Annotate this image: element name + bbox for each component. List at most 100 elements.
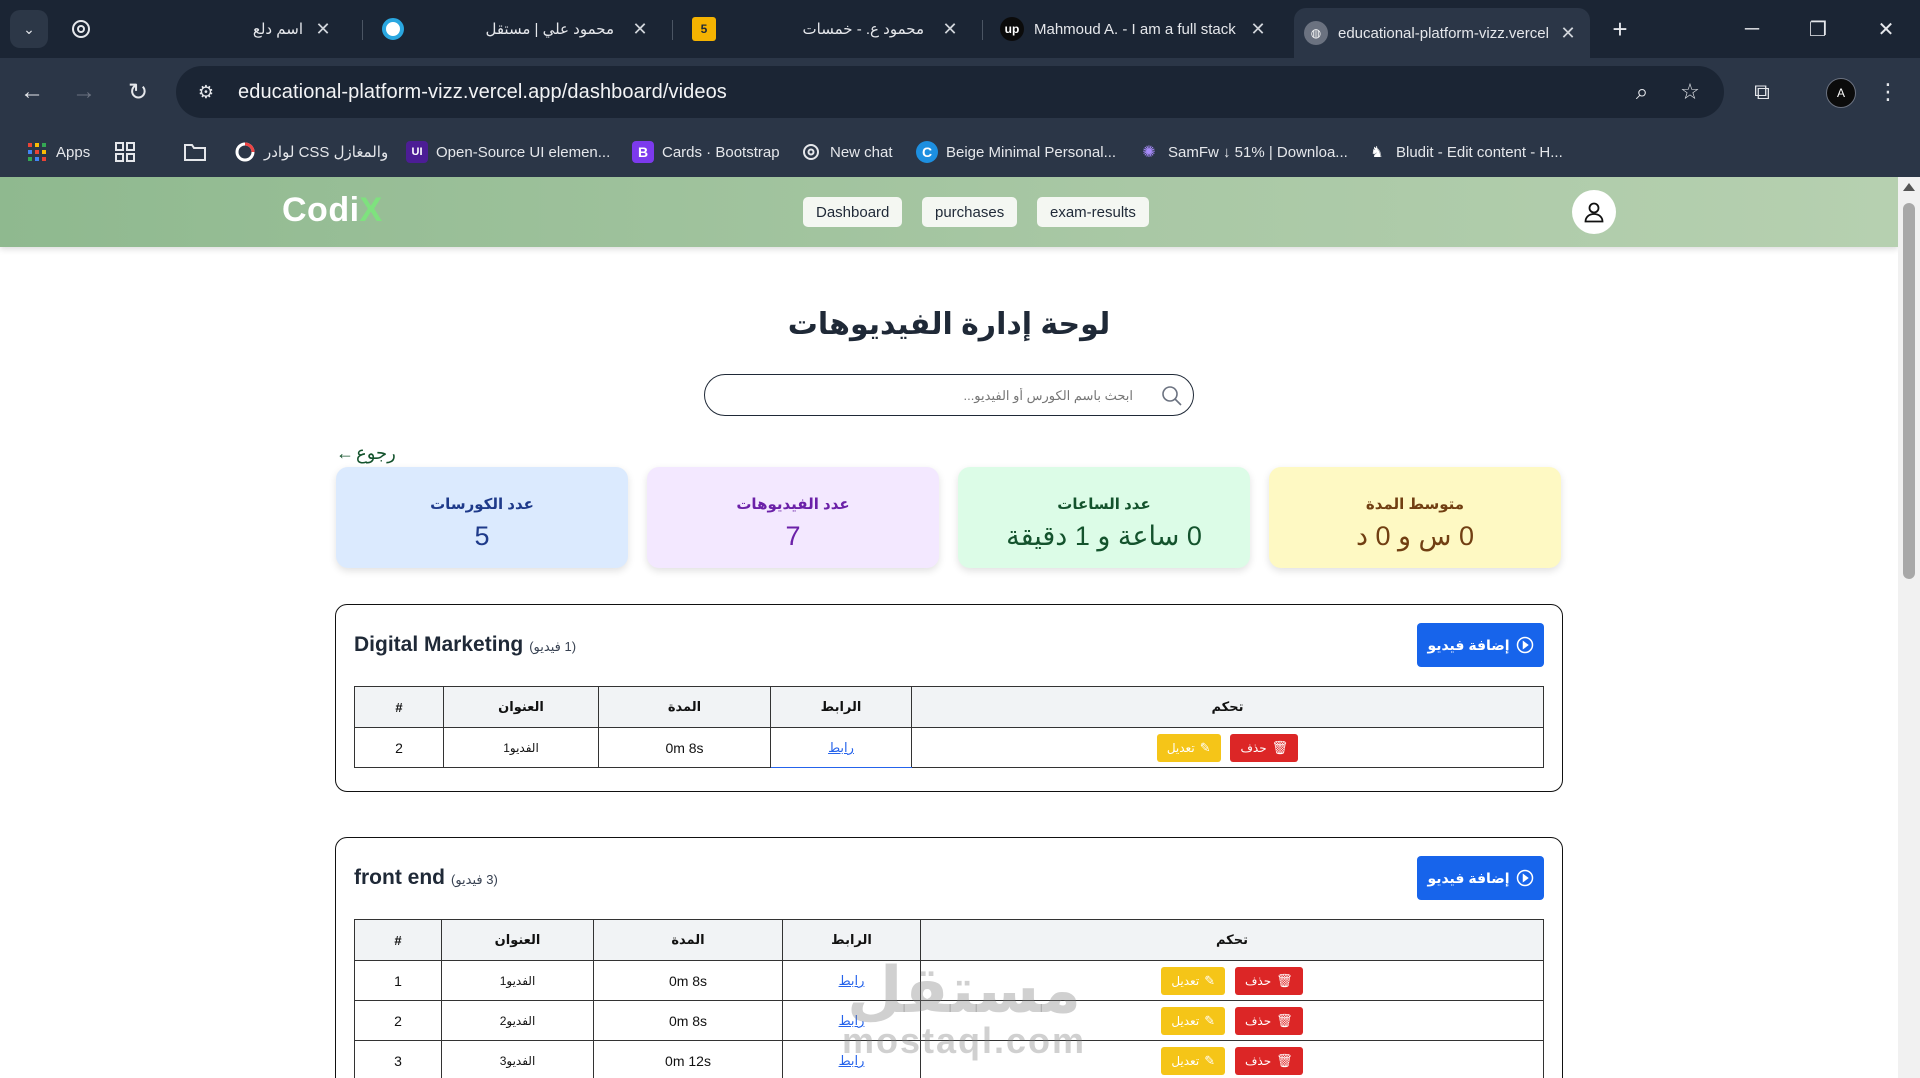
browser-menu-button[interactable]: ⋮ <box>1870 74 1906 110</box>
bookmark-bludit[interactable]: ♞ Bludit - Edit content - H... <box>1366 138 1562 166</box>
bookmark-star-button[interactable]: ☆ <box>1676 78 1704 106</box>
tab-1[interactable]: اسم دلع ✕ <box>120 8 345 50</box>
col-controls: تحكم <box>920 919 1544 961</box>
nav-exam-results[interactable]: exam-results <box>1037 197 1149 227</box>
upwork-icon: up <box>1000 17 1024 41</box>
close-icon[interactable]: ✕ <box>938 19 962 40</box>
tab-groups-button[interactable] <box>114 138 144 166</box>
bookmark-folder[interactable] <box>184 138 214 166</box>
user-menu-button[interactable] <box>1572 190 1616 234</box>
search-icon[interactable] <box>1161 385 1183 407</box>
close-icon[interactable]: ✕ <box>1556 23 1580 44</box>
col-controls: تحكم <box>911 686 1544 728</box>
video-num: 2 <box>354 727 444 768</box>
close-icon[interactable]: ✕ <box>311 19 335 40</box>
folder-icon <box>184 141 206 163</box>
bookmark-canva[interactable]: C Beige Minimal Personal... <box>916 138 1116 166</box>
edit-button[interactable]: ✎ تعديل <box>1156 733 1221 762</box>
tab-title: محمود علي | مستقل <box>485 21 614 38</box>
new-tab-button[interactable]: + <box>1605 14 1635 44</box>
close-icon[interactable]: ✕ <box>1246 19 1270 40</box>
course-video-count: (1 فيديو) <box>529 639 577 654</box>
table-header-row: # العنوان المدة الرابط تحكم <box>354 919 1544 961</box>
video-link[interactable]: رابط <box>839 1013 865 1028</box>
bookmark-css-loaders[interactable]: لوادر CSS والمغازل <box>234 138 388 166</box>
bootstrap-icon: B <box>632 141 654 163</box>
video-link[interactable]: رابط <box>839 1053 865 1068</box>
videos-table: # العنوان المدة الرابط تحكم 1 الفديو1 0m… <box>354 919 1544 1078</box>
zoom-button[interactable]: ⌕ <box>1628 78 1656 106</box>
edit-label: تعديل <box>1166 740 1195 755</box>
stat-label: عدد الفيديوهات <box>736 496 850 513</box>
reload-button[interactable]: ↻ <box>120 74 156 110</box>
video-link[interactable]: رابط <box>828 740 854 755</box>
video-duration: 0m 8s <box>593 1000 783 1041</box>
bludit-icon: ♞ <box>1370 144 1384 161</box>
trash-icon: 🗑 <box>1271 739 1289 755</box>
trash-icon: 🗑 <box>1276 972 1293 988</box>
table-row: 2 الفديو2 0m 8s رابط 🗑 حذف ✎ تعديل <box>354 1000 1544 1041</box>
close-window-button[interactable]: ✕ <box>1866 12 1906 46</box>
tab-2[interactable]: محمود علي | مستقل ✕ <box>372 8 662 50</box>
delete-label: حذف <box>1244 1053 1272 1068</box>
tab-5-active[interactable]: ◍ educational-platform-vizz.vercel ✕ <box>1294 8 1590 58</box>
bookmark-samfw[interactable]: ✺ SamFw ↓ 51% | Downloa... <box>1138 138 1348 166</box>
delete-button[interactable]: 🗑 حذف <box>1230 733 1299 762</box>
tab-3[interactable]: 5 محمود ع. - خمسات ✕ <box>682 8 972 50</box>
delete-button[interactable]: 🗑 حذف <box>1234 1006 1303 1035</box>
video-controls: 🗑 حذف ✎ تعديل <box>920 1000 1544 1041</box>
restore-icon: ❐ <box>1809 18 1827 41</box>
bookmark-apps[interactable]: Apps <box>26 138 90 166</box>
nav-purchases[interactable]: purchases <box>922 197 1018 227</box>
pencil-icon: ✎ <box>1199 739 1211 755</box>
brand-text: Codi <box>282 191 360 229</box>
search-box <box>704 374 1194 416</box>
url-text[interactable]: educational-platform-vizz.vercel.app/das… <box>238 81 727 104</box>
video-duration: 0m 8s <box>593 960 783 1001</box>
close-icon[interactable]: ✕ <box>628 19 652 40</box>
video-controls: 🗑 حذف ✎ تعديل <box>911 727 1544 768</box>
search-input[interactable] <box>723 383 1133 407</box>
bookmark-bootstrap[interactable]: B Cards · Bootstrap <box>632 138 780 166</box>
restore-button[interactable]: ❐ <box>1798 12 1838 46</box>
edit-button[interactable]: ✎ تعديل <box>1161 1006 1226 1035</box>
scroll-up-arrow-icon[interactable] <box>1903 183 1915 191</box>
address-bar[interactable]: ⚙ educational-platform-vizz.vercel.app/d… <box>176 66 1724 118</box>
tab-title: Mahmoud A. - I am a full stack <box>1034 20 1236 38</box>
zoom-icon: ⌕ <box>1635 79 1649 104</box>
col-link: الرابط <box>782 919 921 961</box>
page-scrollbar[interactable] <box>1898 177 1920 1078</box>
brand-logo[interactable]: CodiX <box>282 191 383 230</box>
bookmark-label: لوادر CSS والمغازل <box>264 144 389 161</box>
video-title: الفديو1 <box>443 727 599 768</box>
delete-button[interactable]: 🗑 حذف <box>1234 1046 1303 1075</box>
scrollbar-thumb[interactable] <box>1903 203 1915 579</box>
delete-button[interactable]: 🗑 حذف <box>1234 966 1303 995</box>
course-name: front end <box>354 866 445 889</box>
table-row: 2 الفديو1 0m 8s رابط 🗑 حذف ✎ تعديل <box>354 727 1544 768</box>
minimize-button[interactable]: ─ <box>1732 12 1772 46</box>
add-video-button[interactable]: إضافة فيديو <box>1417 856 1544 900</box>
bookmark-new-chat[interactable]: New chat <box>800 138 893 166</box>
edit-button[interactable]: ✎ تعديل <box>1161 966 1226 995</box>
back-link[interactable]: ← رجوع <box>336 443 396 464</box>
profile-avatar[interactable]: A <box>1826 78 1856 108</box>
tab-4[interactable]: up Mahmoud A. - I am a full stack ✕ <box>990 8 1280 50</box>
bookmark-label: Apps <box>56 143 91 161</box>
bookmark-uiverse[interactable]: UI Open-Source UI elemen... <box>406 138 610 166</box>
extensions-button[interactable]: ⧉ <box>1744 74 1780 110</box>
browser-toolbar: ← → ↻ ⚙ educational-platform-vizz.vercel… <box>0 58 1920 126</box>
back-button[interactable]: ← <box>14 74 50 110</box>
site-info-button[interactable]: ⚙ <box>186 74 226 110</box>
add-video-button[interactable]: إضافة فيديو <box>1417 623 1544 667</box>
video-link[interactable]: رابط <box>839 973 865 988</box>
video-num: 1 <box>354 960 442 1001</box>
pinned-tab-chatgpt[interactable] <box>66 14 96 44</box>
tab-search-button[interactable]: ⌄ <box>10 10 48 48</box>
chatgpt-icon <box>72 20 90 38</box>
col-link: الرابط <box>770 686 912 728</box>
arrow-left-icon: ← <box>336 443 354 463</box>
nav-dashboard[interactable]: Dashboard <box>803 197 903 227</box>
edit-button[interactable]: ✎ تعديل <box>1161 1046 1226 1075</box>
forward-button[interactable]: → <box>66 74 102 110</box>
